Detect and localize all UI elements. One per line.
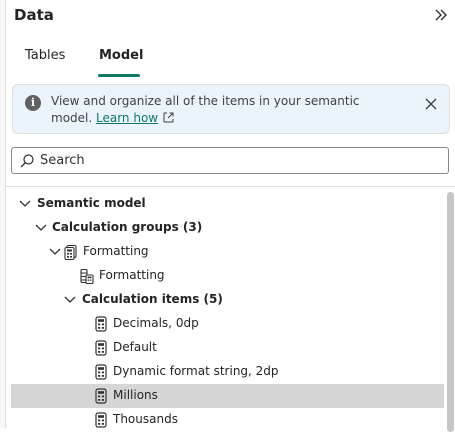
scrollbar-thumb[interactable] [447, 192, 454, 432]
data-pane: Data Tables Model i View and organize al… [5, 0, 455, 432]
model-tree: Semantic model Calculation groups (3) Fo… [6, 192, 446, 428]
tree-item-label: Default [113, 340, 157, 354]
tree-item-calculation-items[interactable]: Calculation items (5) [11, 288, 444, 312]
selected-tab-indicator [98, 74, 140, 77]
calculation-item-icon [95, 340, 107, 356]
double-chevron-right-icon [435, 9, 447, 21]
calculation-column-icon [80, 268, 94, 284]
tree-item-formatting-group[interactable]: Formatting [11, 240, 444, 264]
tree-item-label: Formatting [83, 244, 149, 258]
info-message: View and organize all of the items in yo… [51, 93, 401, 127]
learn-how-link[interactable]: Learn how [96, 111, 158, 125]
tree-item-dynamic-format-string-2dp[interactable]: Dynamic format string, 2dp [11, 360, 444, 384]
chevron-down-icon [49, 248, 61, 255]
chevron-down-icon [35, 224, 47, 231]
tree-item-semantic-model[interactable]: Semantic model [11, 192, 444, 216]
tree-item-default[interactable]: Default [11, 336, 444, 360]
tree-item-calculation-groups[interactable]: Calculation groups (3) [11, 216, 444, 240]
tree-item-label: Calculation groups (3) [52, 220, 203, 234]
pane-tabs: Tables Model [6, 38, 446, 78]
tree-item-thousands[interactable]: Thousands [11, 408, 444, 432]
app-frame: Data Tables Model i View and organize al… [0, 0, 455, 432]
tree-item-label: Decimals, 0dp [113, 316, 199, 330]
tree-item-formatting-column[interactable]: Formatting [11, 264, 444, 288]
external-link-icon [163, 112, 174, 123]
chevron-down-icon [19, 200, 31, 207]
calculation-group-icon [64, 244, 77, 260]
calculation-item-icon [95, 388, 107, 404]
dismiss-icon [425, 98, 437, 110]
tree-item-label: Calculation items (5) [82, 292, 223, 306]
tab-model[interactable]: Model [99, 48, 143, 63]
pane-divider [6, 186, 455, 187]
pane-title: Data [14, 6, 54, 24]
tree-item-label: Millions [113, 388, 158, 402]
calculation-item-icon [95, 364, 107, 380]
learn-how-link-label: Learn how [96, 111, 159, 125]
tree-scrollbar[interactable] [446, 192, 454, 432]
calculation-item-icon [95, 412, 107, 428]
info-icon: i [25, 95, 41, 111]
info-message-bar: i View and organize all of the items in … [12, 84, 450, 134]
tree-item-millions[interactable]: Millions [11, 384, 444, 408]
chevron-down-icon [64, 296, 76, 303]
dismiss-info-button[interactable] [423, 96, 439, 112]
tree-item-label: Formatting [99, 268, 165, 282]
search-input[interactable] [40, 151, 440, 170]
tree-item-label: Thousands [113, 412, 178, 426]
search-icon [20, 154, 34, 168]
tree-item-decimals-0dp[interactable]: Decimals, 0dp [11, 312, 444, 336]
tree-item-label: Semantic model [37, 196, 146, 210]
calculation-item-icon [95, 316, 107, 332]
tab-tables[interactable]: Tables [25, 48, 65, 63]
search-box[interactable] [11, 147, 449, 174]
collapse-pane-button[interactable] [431, 5, 451, 25]
tree-item-label: Dynamic format string, 2dp [113, 364, 279, 378]
